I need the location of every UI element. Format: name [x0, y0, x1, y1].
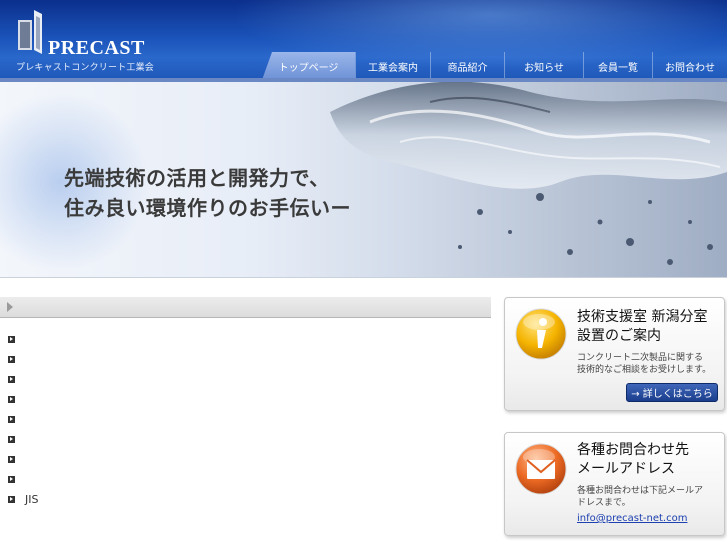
bullet-icon — [8, 435, 15, 443]
bullet-icon — [8, 455, 15, 463]
support-desc-2: 技術的なご相談をお受けします。 — [577, 365, 712, 375]
envelope-icon — [515, 443, 567, 495]
list-item[interactable] — [8, 432, 25, 446]
bullet-icon — [8, 395, 15, 403]
logo-subtitle: プレキャストコンクリート工業会 — [16, 63, 155, 73]
main-nav: トップページ 工業会案内 商品紹介 お知らせ 会員一覧 お問合わせ — [262, 52, 727, 80]
support-desc-1: コンクリート二次製品に関する — [577, 353, 704, 363]
hero-banner: 先端技術の活用と開発力で、 住み良い環境作りのお手伝いー — [0, 82, 727, 278]
bullet-icon — [8, 495, 15, 503]
bullet-icon — [8, 375, 15, 383]
triangle-right-icon — [7, 302, 13, 312]
details-button[interactable]: → 詳しくはこちら — [626, 383, 718, 402]
nav-news[interactable]: お知らせ — [504, 52, 583, 80]
list-item[interactable] — [8, 472, 25, 486]
list-item[interactable] — [8, 332, 25, 346]
contact-desc-2: ドレスまで。 — [577, 498, 631, 508]
hero-headline-1: 先端技術の活用と開発力で、 — [64, 166, 330, 190]
water-splash-image — [330, 82, 727, 265]
list-item[interactable]: JIS — [8, 492, 38, 506]
bullet-icon — [8, 355, 15, 363]
site-header: PRECAST プレキャストコンクリート工業会 トップページ 工業会案内 商品紹… — [0, 0, 727, 82]
contact-box: 各種お問合わせ先 メールアドレス 各種お問合わせは下記メールア ドレスまで。 i… — [504, 432, 725, 536]
bullet-icon — [8, 415, 15, 423]
bullet-icon — [8, 475, 15, 483]
contact-title-2: メールアドレス — [577, 461, 675, 477]
hero-headline-2: 住み良い環境作りのお手伝いー — [64, 196, 351, 220]
logo-text[interactable]: PRECAST — [48, 37, 145, 60]
list-item[interactable] — [8, 392, 25, 406]
list-item[interactable] — [8, 412, 25, 426]
nav-top-page[interactable]: トップページ — [262, 52, 355, 80]
list-item[interactable] — [8, 372, 25, 386]
list-item[interactable] — [8, 452, 25, 466]
support-title-1: 技術支援室 新潟分室 — [577, 309, 708, 325]
nav-members[interactable]: 会員一覧 — [583, 52, 652, 80]
list-item[interactable] — [8, 352, 25, 366]
contact-desc-1: 各種お問合わせは下記メールア — [577, 486, 704, 496]
email-link[interactable]: info@precast-net.com — [577, 513, 687, 524]
precast-logo-icon[interactable] — [18, 10, 44, 56]
info-icon — [515, 308, 567, 360]
contact-title-1: 各種お問合わせ先 — [577, 442, 689, 458]
list-item-text: JIS — [25, 492, 39, 506]
bullet-icon — [8, 335, 15, 343]
nav-products[interactable]: 商品紹介 — [430, 52, 504, 80]
section-header-bar — [0, 297, 491, 318]
tech-support-box: 技術支援室 新潟分室 設置のご案内 コンクリート二次製品に関する 技術的なご相談… — [504, 297, 725, 411]
support-title-2: 設置のご案内 — [577, 328, 661, 344]
nav-contact[interactable]: お問合わせ — [652, 52, 727, 80]
nav-association[interactable]: 工業会案内 — [355, 52, 430, 80]
